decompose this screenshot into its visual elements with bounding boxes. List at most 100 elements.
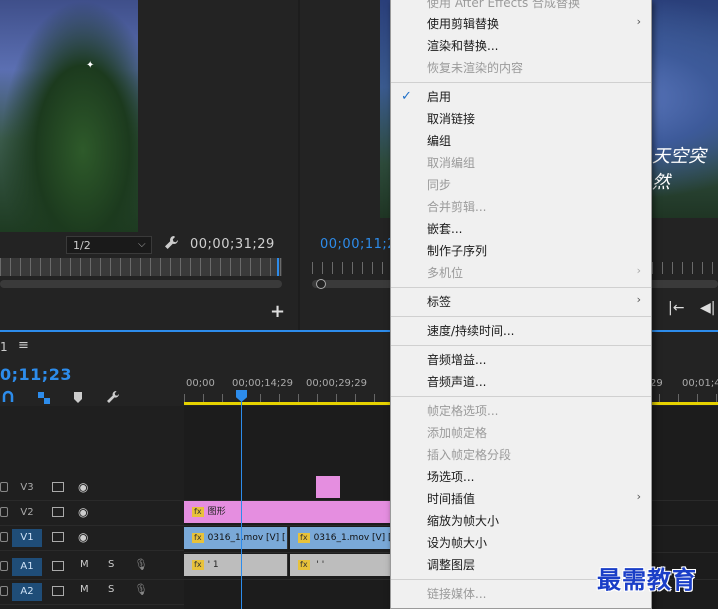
eye-icon[interactable]: ◉: [78, 530, 88, 544]
menu-item-audio-gain[interactable]: 音频增益...: [427, 351, 486, 368]
menu-item-make-subsequence[interactable]: 制作子序列: [427, 242, 487, 259]
v3-graphic-clip[interactable]: [316, 476, 340, 498]
lock-icon[interactable]: [0, 482, 8, 492]
eye-icon[interactable]: ◉: [78, 505, 88, 519]
v2-graphic-clip[interactable]: fx 图形: [184, 501, 394, 523]
menu-item-set-to-frame[interactable]: 设为帧大小: [427, 534, 487, 551]
watermark-text: 最需教育: [597, 565, 697, 594]
menu-separator: [391, 396, 651, 397]
menu-item-nest[interactable]: 嵌套...: [427, 220, 462, 237]
timeline-toolbar: [2, 390, 120, 404]
chevron-down-icon[interactable]: ⌵: [138, 236, 146, 254]
timeline-timecode[interactable]: 0;11;23: [0, 365, 72, 384]
menu-item-adjustment-layer[interactable]: 调整图层: [427, 556, 475, 573]
solo-button[interactable]: S: [108, 584, 114, 595]
context-menu: 使用 After Effects 合成替换 使用剪辑替换 › 渲染和替换... …: [390, 0, 652, 609]
linked-selection-icon[interactable]: [38, 392, 50, 404]
tab-menu-icon[interactable]: ≡: [18, 338, 29, 353]
mute-button[interactable]: M: [80, 559, 89, 570]
sequence-tab[interactable]: 1: [0, 340, 8, 354]
sparkle-icon: ✦: [86, 60, 95, 71]
step-back-icon[interactable]: ◀|: [700, 300, 715, 316]
lock-icon[interactable]: [0, 532, 8, 542]
add-marker-icon[interactable]: [74, 392, 82, 403]
menu-item-link-media[interactable]: 链接媒体...: [427, 585, 486, 602]
snap-icon[interactable]: [2, 390, 14, 402]
sync-lock-icon[interactable]: [52, 507, 64, 517]
track-header-v2: V2 ◉: [0, 501, 184, 526]
clip-label: 0316_1.mov [V] [: [207, 533, 286, 543]
submenu-arrow-icon: ›: [636, 293, 641, 306]
track-name[interactable]: A1: [12, 558, 42, 576]
track-headers: V3 ◉ V2 ◉ V1 ◉ A1 M S 🎙 A2 M S 🎙: [0, 406, 184, 609]
menu-item-replace-with-clip[interactable]: 使用剪辑替换: [427, 15, 499, 32]
clip-label: 图形: [207, 507, 226, 517]
wrench-icon[interactable]: [164, 235, 180, 251]
solo-button[interactable]: S: [108, 559, 114, 570]
microphone-icon[interactable]: 🎙: [134, 583, 148, 596]
menu-item-add-frame-hold[interactable]: 添加帧定格: [427, 424, 487, 441]
menu-item-replace-with-ae[interactable]: 使用 After Effects 合成替换: [427, 0, 580, 11]
track-header-v1: V1 ◉: [0, 526, 184, 551]
track-name[interactable]: V3: [12, 479, 42, 497]
menu-item-label[interactable]: 标签: [427, 293, 451, 310]
lock-icon[interactable]: [0, 561, 8, 571]
menu-separator: [391, 345, 651, 346]
track-name[interactable]: V2: [12, 504, 42, 522]
a1-audio-clip-1[interactable]: fx ' 1: [184, 554, 288, 576]
v1-video-clip-2[interactable]: fx 0316_1.mov [V] [: [290, 527, 394, 549]
menu-item-insert-frame-hold[interactable]: 插入帧定格分段: [427, 446, 511, 463]
source-out-marker[interactable]: [277, 258, 279, 276]
track-name[interactable]: V1: [12, 529, 42, 547]
menu-item-synchronize[interactable]: 同步: [427, 176, 451, 193]
menu-item-restore-unrendered[interactable]: 恢复未渲染的内容: [427, 59, 523, 76]
menu-item-ungroup[interactable]: 取消编组: [427, 154, 475, 171]
menu-item-multicamera[interactable]: 多机位: [427, 264, 463, 281]
submenu-arrow-icon: ›: [636, 15, 641, 28]
track-header-v3: V3 ◉: [0, 476, 184, 501]
fx-badge: fx: [192, 532, 204, 543]
submenu-arrow-icon: ›: [636, 490, 641, 503]
menu-item-unlink[interactable]: 取消链接: [427, 110, 475, 127]
menu-item-frame-hold-options[interactable]: 帧定格选项...: [427, 402, 498, 419]
eye-icon[interactable]: ◉: [78, 480, 88, 494]
sync-lock-icon[interactable]: [52, 532, 64, 542]
source-zoom-scrollbar[interactable]: [0, 280, 282, 288]
track-name[interactable]: A2: [12, 583, 42, 601]
microphone-icon[interactable]: 🎙: [134, 558, 148, 571]
v1-video-clip-1[interactable]: fx 0316_1.mov [V] [: [184, 527, 288, 549]
lock-icon[interactable]: [0, 586, 8, 596]
fx-badge: fx: [298, 559, 310, 570]
scrollbar-handle[interactable]: [316, 279, 326, 289]
source-scrub-bar[interactable]: [0, 258, 282, 276]
mute-button[interactable]: M: [80, 584, 89, 595]
menu-item-scale-to-frame[interactable]: 缩放为帧大小: [427, 512, 499, 529]
add-button-icon[interactable]: +: [270, 301, 285, 322]
a1-audio-clip-2[interactable]: fx ' ': [290, 554, 394, 576]
menu-item-field-options[interactable]: 场选项...: [427, 468, 474, 485]
sync-lock-icon[interactable]: [52, 561, 64, 571]
menu-item-merge-clips[interactable]: 合并剪辑...: [427, 198, 486, 215]
menu-item-audio-channels[interactable]: 音频声道...: [427, 373, 486, 390]
lock-icon[interactable]: [0, 507, 8, 517]
wrench-icon[interactable]: [107, 391, 120, 403]
sync-lock-icon[interactable]: [52, 482, 64, 492]
playhead-line[interactable]: [241, 394, 242, 609]
fx-badge: fx: [298, 532, 310, 543]
menu-item-enable[interactable]: 启用: [427, 88, 451, 105]
checkmark-icon: ✓: [401, 89, 412, 104]
menu-item-render-replace[interactable]: 渲染和替换...: [427, 37, 498, 54]
sync-lock-icon[interactable]: [52, 586, 64, 596]
go-to-in-icon[interactable]: |←: [668, 300, 684, 316]
track-header-a1: A1 M S 🎙: [0, 555, 184, 580]
ruler-label: 00;00;14;29: [232, 378, 294, 389]
menu-separator: [391, 82, 651, 83]
fx-badge: fx: [192, 559, 204, 570]
ruler-label: 00;01;4: [682, 378, 718, 389]
ruler-label: 00;00: [186, 378, 215, 389]
menu-item-speed-duration[interactable]: 速度/持续时间...: [427, 322, 515, 339]
clip-label: 0316_1.mov [V] [: [313, 533, 392, 543]
clip-label: ' ': [313, 560, 325, 570]
menu-item-group[interactable]: 编组: [427, 132, 451, 149]
menu-item-time-interpolation[interactable]: 时间插值: [427, 490, 475, 507]
